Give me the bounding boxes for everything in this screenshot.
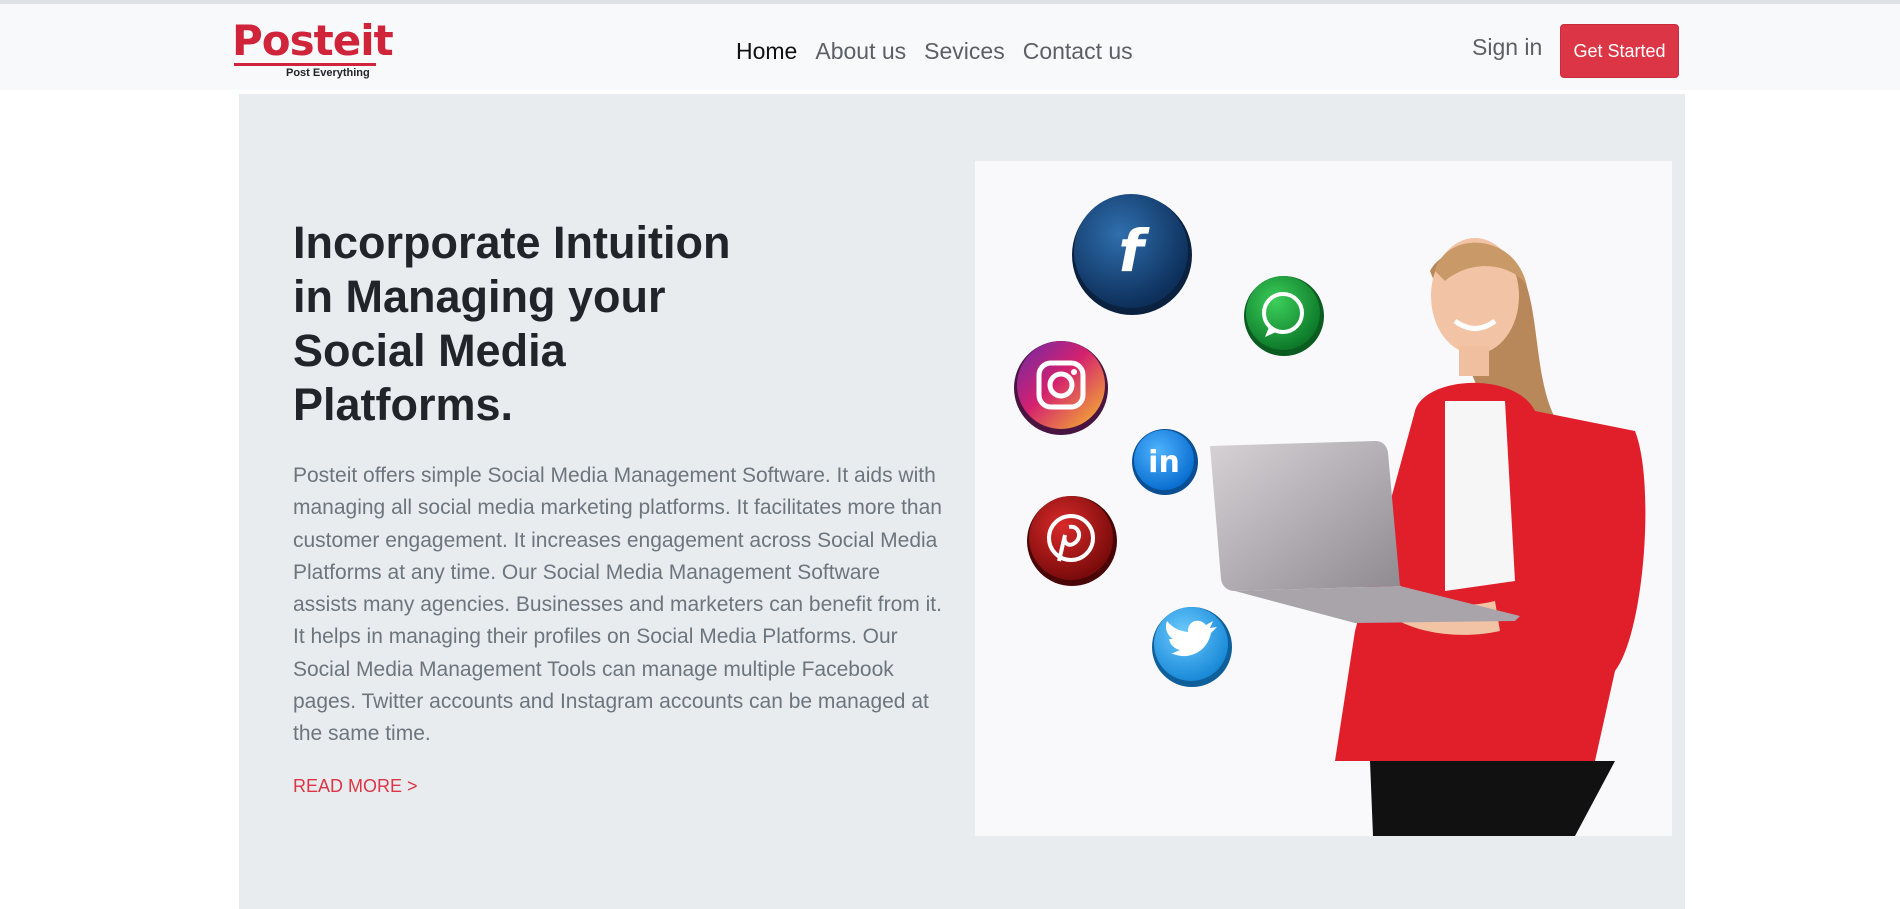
- sign-in-link[interactable]: Sign in: [1472, 32, 1542, 62]
- nav-link-services[interactable]: Sevices: [924, 36, 1005, 66]
- nav-link-home[interactable]: Home: [736, 36, 797, 66]
- brand-underline: [234, 63, 376, 66]
- hero-heading: Incorporate Intuition in Managing your S…: [293, 217, 731, 430]
- get-started-button[interactable]: Get Started: [1560, 24, 1679, 78]
- hero-description: Posteit offers simple Social Media Manag…: [293, 464, 942, 746]
- facebook-icon: f: [1072, 194, 1192, 315]
- brand-logo[interactable]: Posteit Post Everything: [230, 18, 394, 80]
- main-nav: Home About us Sevices Contact us: [736, 36, 1151, 66]
- twitter-icon: [1152, 607, 1232, 687]
- linkedin-icon: in: [1132, 429, 1198, 495]
- brand-name: Posteit: [232, 16, 394, 65]
- brand-tagline: Post Everything: [286, 67, 370, 79]
- read-more-link[interactable]: READ MORE >: [293, 776, 418, 797]
- nav-link-about[interactable]: About us: [815, 36, 906, 66]
- nav-link-contact[interactable]: Contact us: [1023, 36, 1133, 66]
- hero-illustration: f in: [1014, 194, 1646, 836]
- whatsapp-icon: [1244, 276, 1324, 356]
- hero-image: f in: [975, 161, 1672, 836]
- instagram-icon: [1014, 341, 1108, 435]
- pinterest-icon: [1027, 496, 1117, 586]
- navbar: Posteit Post Everything Home About us Se…: [0, 4, 1900, 90]
- svg-text:in: in: [1148, 445, 1180, 480]
